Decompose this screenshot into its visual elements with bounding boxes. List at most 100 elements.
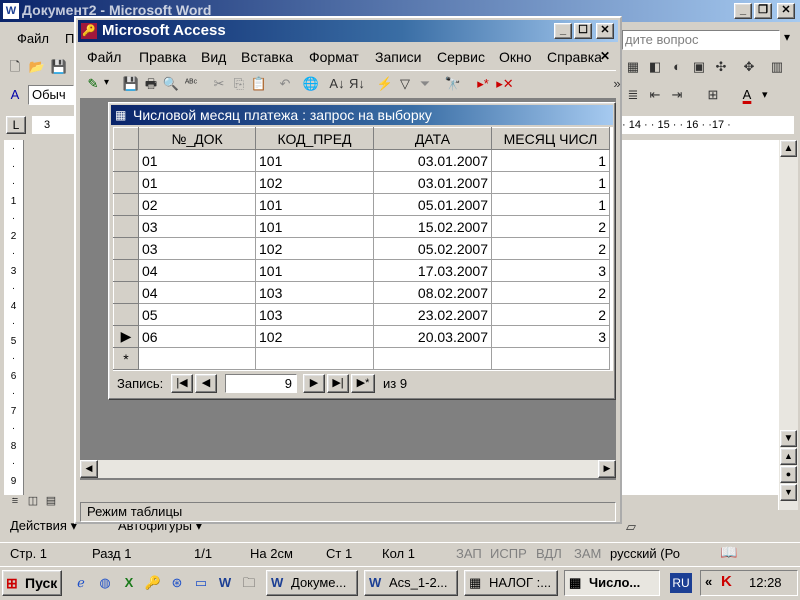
next-record-button[interactable]: ▶ — [303, 374, 325, 393]
access-quick-icon[interactable]: 🔑 — [142, 572, 164, 594]
table-row[interactable]: 03 101 15.02.2007 2 — [113, 215, 610, 238]
save-icon[interactable]: 💾 — [48, 56, 70, 78]
browse-object-icon[interactable]: ● — [780, 466, 797, 483]
last-record-button[interactable]: ▶| — [327, 374, 349, 393]
access-menu-edit[interactable]: Правка — [132, 46, 193, 68]
cell-org-code[interactable]: 103 — [255, 281, 374, 304]
font-color-dropdown-icon[interactable]: ▾ — [762, 88, 768, 101]
excel-icon[interactable]: X — [118, 572, 140, 594]
cell-doc-no[interactable]: 03 — [138, 237, 256, 260]
increase-indent-icon[interactable]: ⇥ — [666, 84, 688, 106]
decrease-indent-icon[interactable]: ⇤ — [644, 84, 666, 106]
cell-org-code[interactable]: 103 — [255, 303, 374, 326]
new-record-nav-button[interactable]: ▶* — [351, 374, 375, 393]
access-save-icon[interactable]: 💾 — [120, 73, 142, 95]
column-header-date[interactable]: ДАТА — [373, 127, 492, 150]
cell-org-code[interactable]: 101 — [255, 259, 374, 282]
column-header-doc-no[interactable]: №_ДОК — [138, 127, 256, 150]
cell-month-number[interactable]: 2 — [491, 303, 610, 326]
row-selector[interactable] — [113, 171, 139, 194]
open-folder-icon[interactable]: 📂 — [26, 56, 48, 78]
access-menu-close-icon[interactable]: ✕ — [600, 49, 610, 63]
column-icon[interactable]: ◧ — [644, 56, 666, 78]
table-row[interactable]: 05 103 23.02.2007 2 — [113, 303, 610, 326]
cell-date[interactable]: 23.02.2007 — [373, 303, 492, 326]
cell-org-code[interactable]: 102 — [255, 171, 374, 194]
first-record-button[interactable]: |◀ — [171, 374, 193, 393]
font-color-icon[interactable]: A — [736, 84, 758, 106]
settings-icon[interactable]: ✣ — [710, 56, 732, 78]
word-ask-question-input[interactable]: дите вопрос — [622, 30, 780, 50]
spelling-status-icon[interactable]: 📖 — [720, 544, 737, 561]
cell-doc-no[interactable]: 02 — [138, 193, 256, 216]
record-number-input[interactable]: 9 — [225, 374, 297, 393]
access-menu-insert[interactable]: Вставка — [234, 46, 300, 68]
filter-by-form-icon[interactable]: ▽ — [394, 73, 416, 95]
desktop-icon[interactable]: ▭ — [190, 572, 212, 594]
cell-org-code[interactable]: 102 — [255, 237, 374, 260]
word-quick-icon[interactable]: W — [214, 572, 236, 594]
row-selector[interactable]: ▶ — [113, 325, 139, 348]
tab-stop-selector[interactable]: L — [6, 116, 26, 134]
new-row-selector[interactable]: * — [113, 347, 139, 370]
cell-date[interactable]: 03.01.2007 — [373, 171, 492, 194]
cell-date[interactable]: 05.02.2007 — [373, 237, 492, 260]
filter-by-selection-icon[interactable]: ⚡ — [374, 73, 396, 95]
row-selector[interactable] — [113, 193, 139, 216]
ie-icon[interactable]: ℯ — [70, 572, 92, 594]
access-menu-window[interactable]: Окно — [492, 46, 539, 68]
outlook-icon[interactable]: ◍ — [94, 572, 116, 594]
word-restore-button[interactable]: ❐ — [754, 3, 772, 19]
print-preview-icon[interactable]: 🔍 — [160, 73, 182, 95]
cell-doc-no[interactable]: 03 — [138, 215, 256, 238]
copy-icon[interactable]: ⎘ — [228, 73, 250, 95]
styles-icon[interactable]: A — [4, 84, 26, 106]
3d-icon[interactable]: ▱ — [620, 516, 642, 538]
table-row[interactable]: ▶ 06 102 20.03.2007 3 — [113, 325, 610, 348]
word-vertical-scrollbar[interactable]: ▲ ▼ ▲ ● ▼ — [778, 140, 798, 510]
taskbar-button-nalog[interactable]: ▦ НАЛОГ :... — [464, 570, 558, 596]
cell-month-number[interactable]: 2 — [491, 215, 610, 238]
word-minimize-button[interactable]: _ — [734, 3, 752, 19]
layout-icon[interactable]: ▥ — [766, 56, 788, 78]
view-dropdown-icon[interactable]: ▾ — [104, 77, 109, 88]
cell-date[interactable]: 05.01.2007 — [373, 193, 492, 216]
access-menu-file[interactable]: Файл — [80, 46, 128, 68]
sort-ascending-icon[interactable]: A↓ — [326, 73, 348, 95]
access-minimize-button[interactable]: _ — [554, 23, 572, 39]
table-row[interactable]: 01 101 03.01.2007 1 — [113, 149, 610, 172]
row-selector[interactable] — [113, 215, 139, 238]
print-view-icon[interactable]: ▤ — [40, 490, 62, 512]
row-selector[interactable] — [113, 259, 139, 282]
scroll-right-icon[interactable]: ▶ — [598, 460, 616, 478]
word-style-select[interactable]: Обыч — [28, 85, 74, 105]
cut-icon[interactable]: ✂ — [208, 73, 230, 95]
cell-month-number[interactable]: 2 — [491, 237, 610, 260]
access-menu-format[interactable]: Формат — [302, 46, 366, 68]
delete-record-icon[interactable]: ▸✕ — [494, 73, 516, 95]
mdi-horizontal-scrollbar[interactable]: ◀ ▶ — [80, 460, 616, 478]
spelling-icon[interactable]: ᴬᴮᶜ — [180, 73, 202, 95]
status-trk[interactable]: ИСПР — [490, 544, 527, 564]
frame-icon[interactable]: ▣ — [688, 56, 710, 78]
cell-date[interactable]: 03.01.2007 — [373, 149, 492, 172]
cell-org-code[interactable]: 102 — [255, 325, 374, 348]
cell-month-number[interactable]: 1 — [491, 149, 610, 172]
new-record-row[interactable]: * — [113, 347, 610, 370]
border-icon[interactable]: ⊞ — [702, 84, 724, 106]
cell-date[interactable]: 17.03.2007 — [373, 259, 492, 282]
cell-doc-no[interactable]: 01 — [138, 149, 256, 172]
cell-month-number[interactable]: 3 — [491, 259, 610, 282]
status-ext[interactable]: ВДЛ — [536, 544, 562, 564]
print-icon[interactable]: 🖶 — [140, 73, 162, 95]
select-all-corner[interactable] — [113, 127, 139, 150]
apply-filter-icon[interactable]: ⏷ — [414, 73, 436, 95]
scroll-down-icon[interactable]: ▼ — [780, 430, 797, 447]
language-indicator[interactable]: RU — [670, 573, 692, 593]
taskbar-button-word-doc[interactable]: W Докуме... — [266, 570, 358, 596]
scroll-up-icon[interactable]: ▲ — [780, 140, 797, 157]
cell-doc-no[interactable]: 04 — [138, 281, 256, 304]
datasheet-grid[interactable]: №_ДОК КОД_ПРЕД ДАТА МЕСЯЦ ЧИСЛ 01 101 03.0… — [113, 127, 613, 371]
antivirus-icon[interactable]: K — [721, 573, 732, 590]
word-menu-file[interactable]: Файл — [10, 28, 56, 50]
